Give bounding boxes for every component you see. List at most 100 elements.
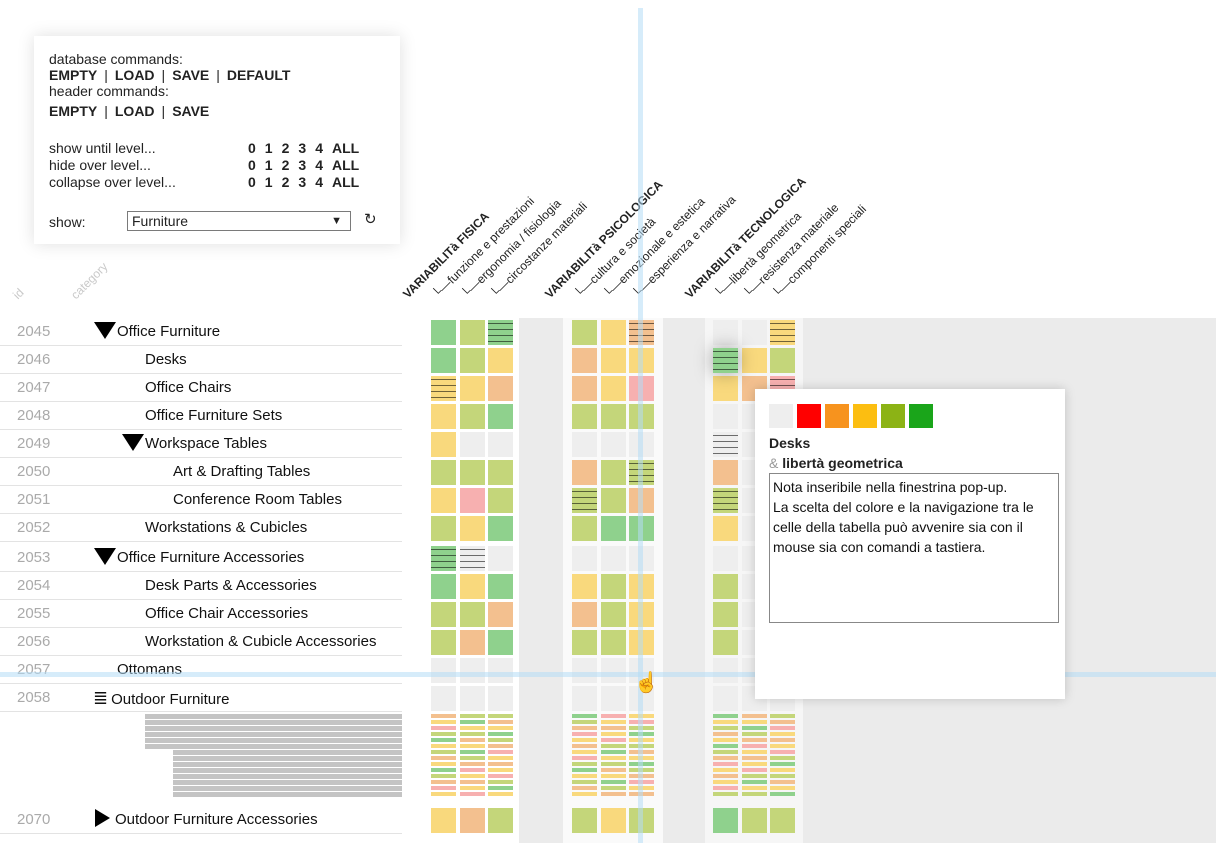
grid-cell[interactable] <box>488 546 513 571</box>
grid-cell[interactable] <box>488 658 513 683</box>
table-row[interactable]: 2049 Workspace Tables <box>0 430 402 458</box>
grid-cell[interactable] <box>713 488 738 513</box>
grid-cell[interactable] <box>460 546 485 571</box>
grid-cell[interactable] <box>572 404 597 429</box>
table-row[interactable]: 2058 ≣ Outdoor Furniture <box>0 684 402 712</box>
grid-cell[interactable] <box>713 376 738 401</box>
hdr-save-button[interactable]: SAVE <box>172 103 209 119</box>
table-row[interactable]: 2056 Workstation & Cubicle Accessories <box>0 628 402 656</box>
color-swatch[interactable] <box>769 404 793 428</box>
grid-cell[interactable] <box>460 658 485 683</box>
grid-cell[interactable] <box>601 808 626 833</box>
note-textarea[interactable] <box>769 473 1059 623</box>
table-row[interactable]: 2047 Office Chairs <box>0 374 402 402</box>
grid-cell[interactable] <box>572 460 597 485</box>
filter-icon[interactable]: ≣ <box>93 684 108 712</box>
grid-cell[interactable] <box>713 546 738 571</box>
grid-cell[interactable] <box>460 602 485 627</box>
table-row[interactable]: 2046 Desks <box>0 346 402 374</box>
db-empty-button[interactable]: EMPTY <box>49 67 97 83</box>
grid-cell[interactable] <box>460 348 485 373</box>
grid-cell[interactable] <box>770 320 795 345</box>
grid-cell[interactable] <box>431 488 456 513</box>
table-row[interactable]: 2048 Office Furniture Sets <box>0 402 402 430</box>
grid-cell[interactable] <box>460 432 485 457</box>
grid-cell[interactable] <box>713 432 738 457</box>
grid-cell[interactable] <box>572 630 597 655</box>
grid-cell[interactable] <box>431 404 456 429</box>
table-row[interactable]: 2050 Art & Drafting Tables <box>0 458 402 486</box>
grid-cell[interactable] <box>488 488 513 513</box>
grid-cell[interactable] <box>431 808 456 833</box>
level-option[interactable]: ALL <box>332 157 359 173</box>
level-option[interactable]: ALL <box>332 174 359 190</box>
grid-cell[interactable] <box>601 516 626 541</box>
grid-cell[interactable] <box>488 376 513 401</box>
grid-cell[interactable] <box>601 320 626 345</box>
color-swatch[interactable] <box>881 404 905 428</box>
color-swatch[interactable] <box>853 404 877 428</box>
grid-cell[interactable] <box>713 516 738 541</box>
table-row[interactable]: 2052 Workstations & Cubicles <box>0 514 402 542</box>
level-option[interactable]: 2 <box>282 174 290 190</box>
grid-cell[interactable] <box>431 602 456 627</box>
grid-cell[interactable] <box>460 376 485 401</box>
color-swatch[interactable] <box>825 404 849 428</box>
grid-cell[interactable] <box>601 432 626 457</box>
level-option[interactable]: 1 <box>265 140 273 156</box>
grid-cell[interactable] <box>488 686 513 711</box>
grid-cell[interactable] <box>431 686 456 711</box>
grid-cell[interactable] <box>713 602 738 627</box>
grid-cell[interactable] <box>431 546 456 571</box>
grid-cell[interactable] <box>601 602 626 627</box>
grid-cell[interactable] <box>742 808 767 833</box>
table-row[interactable]: 2057 Ottomans <box>0 656 402 684</box>
grid-cell[interactable] <box>713 574 738 599</box>
grid-cell[interactable] <box>431 348 456 373</box>
level-option[interactable]: 3 <box>298 174 306 190</box>
grid-cell[interactable] <box>601 460 626 485</box>
grid-cell[interactable] <box>572 658 597 683</box>
selected-cell[interactable] <box>713 348 738 373</box>
grid-cell[interactable] <box>713 320 738 345</box>
grid-cell[interactable] <box>742 348 767 373</box>
grid-cell[interactable] <box>431 320 456 345</box>
grid-cell[interactable] <box>713 686 738 711</box>
grid-cell[interactable] <box>601 488 626 513</box>
level-option[interactable]: 4 <box>315 157 323 173</box>
grid-cell[interactable] <box>488 574 513 599</box>
hdr-empty-button[interactable]: EMPTY <box>49 103 97 119</box>
grid-cell[interactable] <box>460 488 485 513</box>
grid-cell[interactable] <box>431 574 456 599</box>
table-row[interactable]: 2055 Office Chair Accessories <box>0 600 402 628</box>
expanded-triangle-icon[interactable] <box>122 434 144 451</box>
grid-cell[interactable] <box>431 460 456 485</box>
db-save-button[interactable]: SAVE <box>172 67 209 83</box>
level-option[interactable]: 0 <box>248 157 256 173</box>
grid-cell[interactable] <box>460 404 485 429</box>
grid-cell[interactable] <box>488 808 513 833</box>
grid-cell[interactable] <box>601 658 626 683</box>
grid-cell[interactable] <box>460 516 485 541</box>
grid-cell[interactable] <box>572 546 597 571</box>
grid-cell[interactable] <box>488 320 513 345</box>
grid-cell[interactable] <box>431 630 456 655</box>
grid-cell[interactable] <box>460 320 485 345</box>
grid-cell[interactable] <box>572 602 597 627</box>
grid-cell[interactable] <box>460 686 485 711</box>
db-default-button[interactable]: DEFAULT <box>227 67 291 83</box>
grid-cell[interactable] <box>601 404 626 429</box>
grid-cell[interactable] <box>572 348 597 373</box>
grid-cell[interactable] <box>460 808 485 833</box>
grid-cell[interactable] <box>488 602 513 627</box>
show-select[interactable]: Furniture ▼ <box>127 211 351 231</box>
expanded-triangle-icon[interactable] <box>94 322 116 339</box>
table-row[interactable]: 2045 Office Furniture <box>0 318 402 346</box>
grid-cell[interactable] <box>601 574 626 599</box>
grid-cell[interactable] <box>601 348 626 373</box>
grid-cell[interactable] <box>488 432 513 457</box>
grid-cell[interactable] <box>488 348 513 373</box>
grid-cell[interactable] <box>713 658 738 683</box>
grid-cell[interactable] <box>742 320 767 345</box>
color-swatch[interactable] <box>797 404 821 428</box>
